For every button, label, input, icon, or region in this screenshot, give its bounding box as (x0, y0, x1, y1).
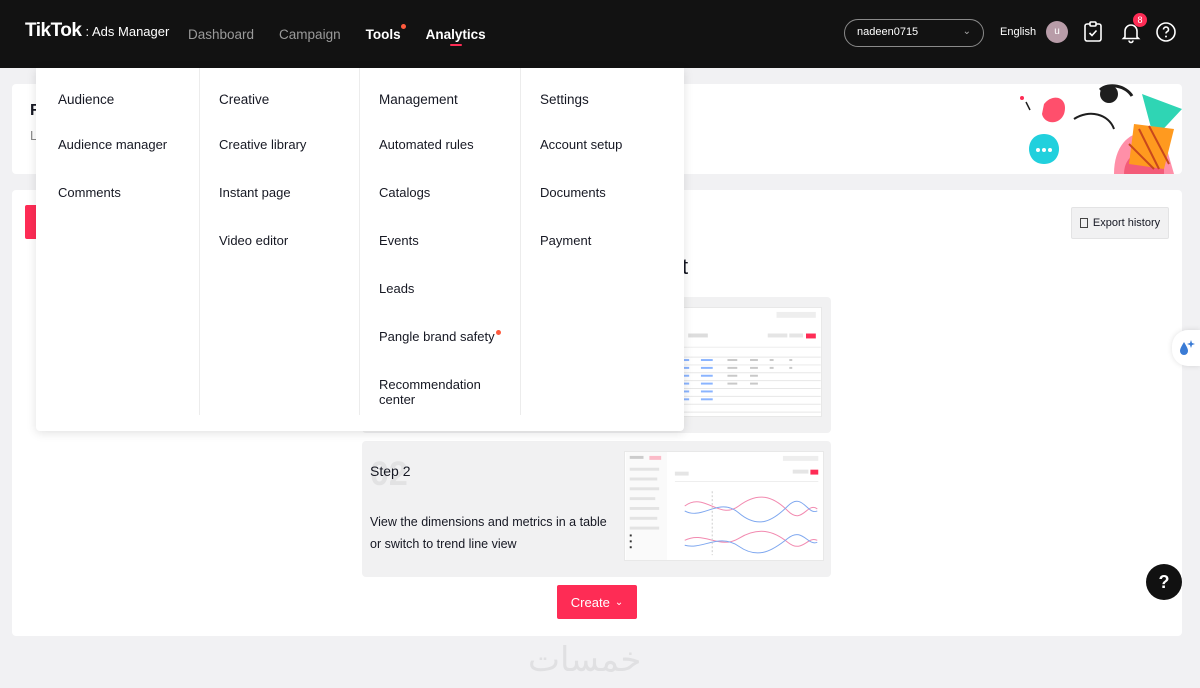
help-floating-button[interactable]: ? (1146, 564, 1182, 600)
account-selector[interactable]: nadeen0715 ⌄ (844, 19, 984, 47)
menu-heading-audience: Audience (58, 92, 115, 107)
menu-item-video-editor[interactable]: Video editor (219, 233, 359, 281)
menu-heading-settings: Settings (540, 92, 589, 107)
menu-item-audience-manager[interactable]: Audience manager (58, 137, 198, 185)
side-assistant-tab[interactable] (1172, 330, 1200, 366)
menu-item-leads[interactable]: Leads (379, 281, 520, 329)
tools-dropdown-menu: Audience Audience manager Comments Creat… (36, 68, 684, 431)
menu-item-events[interactable]: Events (379, 233, 520, 281)
menu-item-catalogs[interactable]: Catalogs (379, 185, 520, 233)
menu-item-label: Recommendation center (379, 377, 481, 407)
create-button[interactable]: Create ⌄ (557, 585, 637, 619)
menu-item-label: Documents (540, 185, 606, 200)
document-icon (1079, 218, 1088, 228)
nav-campaign[interactable]: Campaign (279, 0, 341, 68)
new-dot-indicator (400, 24, 406, 29)
menu-item-label: Instant page (219, 185, 291, 200)
chevron-down-icon: ⌄ (962, 26, 971, 37)
menu-item-label: Events (379, 233, 419, 248)
menu-item-comments[interactable]: Comments (58, 185, 198, 233)
nav-dashboard-label: Dashboard (188, 26, 255, 42)
notification-count-badge: 8 (1133, 13, 1147, 27)
language-selector[interactable]: English (1000, 26, 1036, 38)
nav-tools[interactable]: Tools (365, 0, 406, 68)
menu-column-settings: Settings Account setup Documents Payment (520, 68, 670, 415)
main-nav: Dashboard Campaign Tools Analytics (188, 0, 511, 68)
active-tab-underline (449, 44, 462, 46)
menu-item-label: Audience manager (58, 137, 168, 152)
menu-item-pangle-brand-safety[interactable]: Pangle brand safety (379, 329, 520, 377)
menu-item-label: Pangle brand safety (379, 329, 495, 344)
menu-item-automated-rules[interactable]: Automated rules (379, 137, 520, 185)
top-navigation-bar: TikTok : Ads Manager Dashboard Campaign … (0, 0, 1200, 68)
menu-column-audience: Audience Audience manager Comments (58, 68, 198, 415)
watermark: خمسات (528, 640, 642, 680)
task-clipboard-icon[interactable] (1081, 20, 1105, 44)
nav-campaign-label: Campaign (279, 26, 341, 42)
menu-column-creative: Creative Creative library Instant page V… (199, 68, 359, 415)
export-history-label: Export history (1092, 217, 1161, 229)
menu-column-management: Management Automated rules Catalogs Even… (359, 68, 520, 415)
sparkle-drop-icon (1180, 340, 1195, 355)
menu-item-label: Comments (58, 185, 121, 200)
menu-heading-creative: Creative (219, 92, 270, 107)
menu-item-instant-page[interactable]: Instant page (219, 185, 359, 233)
menu-item-documents[interactable]: Documents (540, 185, 670, 233)
menu-item-label: Automated rules (379, 137, 474, 152)
export-history-button[interactable]: Export history (1071, 207, 1169, 239)
menu-item-label: Video editor (219, 233, 289, 248)
header-illustration (1020, 84, 1182, 174)
menu-item-label: Payment (540, 233, 592, 248)
menu-item-account-setup[interactable]: Account setup (540, 137, 670, 185)
menu-item-label: Creative library (219, 137, 307, 152)
nav-analytics[interactable]: Analytics (426, 0, 486, 68)
menu-item-payment[interactable]: Payment (540, 233, 670, 281)
account-selector-value: nadeen0715 (857, 26, 919, 38)
menu-heading-management: Management (379, 92, 458, 107)
step-2-card: 02 Step 2 View the dimensions and metric… (362, 441, 831, 577)
step-2-title: Step 2 (370, 463, 411, 479)
nav-dashboard[interactable]: Dashboard (188, 0, 254, 68)
help-circle-icon[interactable] (1154, 20, 1178, 44)
new-dot-indicator (495, 330, 501, 335)
nav-tools-label: Tools (365, 26, 401, 42)
chevron-down-icon: ⌄ (614, 596, 624, 608)
avatar[interactable]: u (1046, 21, 1068, 43)
menu-item-label: Leads (379, 281, 415, 296)
menu-item-label: Account setup (540, 137, 623, 152)
nav-analytics-label: Analytics (425, 26, 486, 42)
logo-wordmark: TikTok (25, 20, 82, 41)
step-2-description: View the dimensions and metrics in a tab… (370, 515, 607, 551)
menu-item-creative-library[interactable]: Creative library (219, 137, 359, 185)
tiktok-ads-manager-logo[interactable]: TikTok : Ads Manager (25, 20, 169, 42)
create-button-label: Create (570, 594, 610, 610)
logo-product-name: : Ads Manager (85, 24, 170, 39)
step-2-trend-screenshot (624, 451, 824, 561)
step-1-table-screenshot (682, 307, 822, 417)
menu-item-label: Catalogs (379, 185, 431, 200)
menu-item-recommendation-center[interactable]: Recommendation center (379, 377, 520, 425)
